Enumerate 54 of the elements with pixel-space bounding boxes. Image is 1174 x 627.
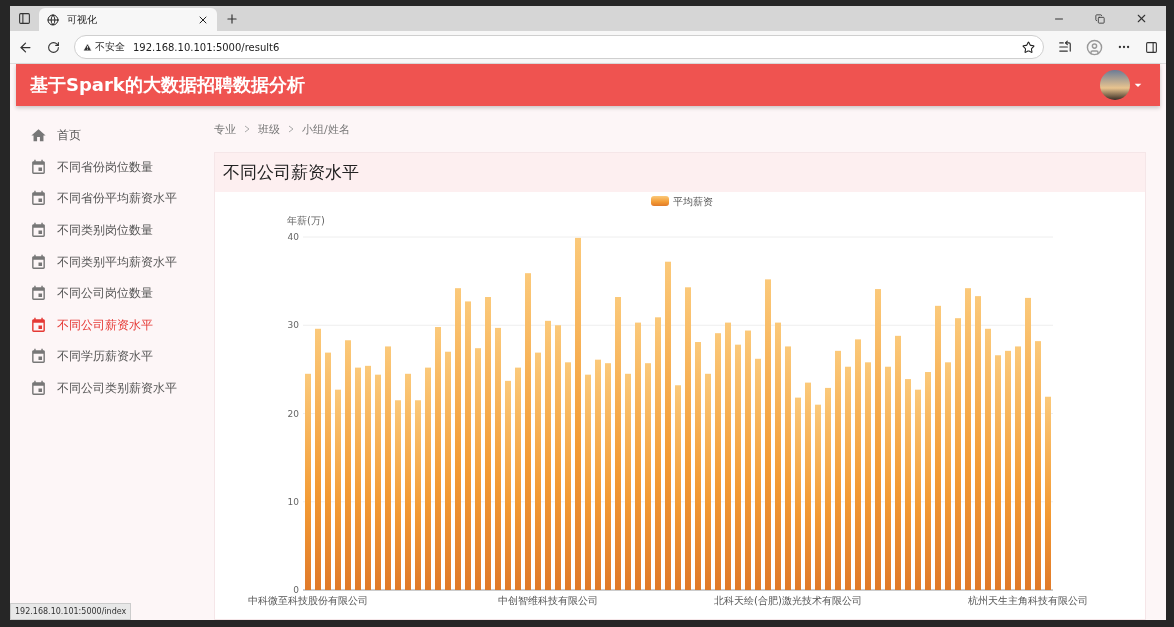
x-tick-label: 中科微至科技股份有限公司 (248, 595, 368, 606)
y-axis-title: 年薪(万) (287, 215, 325, 226)
security-badge[interactable]: 不安全 (83, 40, 125, 54)
y-tick-label: 30 (287, 320, 299, 331)
sidebar-toggle-icon[interactable] (18, 12, 31, 25)
calendar-icon (30, 158, 47, 176)
sidebar-item[interactable]: 不同省份平均薪资水平 (16, 183, 214, 215)
legend-swatch-icon (651, 196, 669, 206)
card-title: 不同公司薪资水平 (223, 161, 359, 184)
breadcrumb-link[interactable]: 专业 (214, 121, 236, 137)
chevron-icon (244, 125, 250, 133)
y-tick-label: 20 (287, 408, 299, 419)
breadcrumb-link[interactable]: 班级 (258, 121, 280, 137)
url-text: 192.168.10.101:5000/result6 (133, 41, 280, 53)
y-tick-label: 0 (293, 585, 299, 595)
sidebar-item[interactable]: 不同省份岗位数量 (16, 151, 214, 184)
calendar-icon (30, 380, 47, 398)
sidebar-item[interactable]: 不同类别平均薪资水平 (16, 246, 214, 278)
sidebar-item[interactable]: 不同公司岗位数量 (16, 277, 214, 310)
browser-tab[interactable]: 可视化 (39, 8, 217, 31)
new-tab-icon[interactable] (225, 11, 239, 26)
sidebar-item[interactable]: 不同学历薪资水平 (16, 341, 214, 373)
status-url: 192.168.10.101:5000/index (10, 603, 132, 620)
calendar-icon (30, 316, 47, 334)
x-tick-label: 中创智维科技有限公司 (498, 595, 598, 606)
legend-label: 平均薪资 (673, 196, 713, 207)
favorites-icon[interactable] (1058, 40, 1072, 54)
x-tick-label: 杭州天生主角科技有限公司 (968, 595, 1088, 606)
profile-icon[interactable] (1086, 38, 1103, 56)
calendar-icon (30, 253, 47, 271)
close-icon[interactable] (1135, 12, 1148, 25)
avatar[interactable] (1100, 70, 1130, 100)
calendar-icon (30, 222, 47, 240)
calendar-icon (30, 285, 47, 303)
sidebar-item[interactable]: 不同公司薪资水平 (16, 309, 214, 342)
chevron-icon (288, 125, 294, 133)
tab-title: 可视化 (67, 12, 97, 27)
app-title: 基于Spark的大数据招聘数据分析 (30, 73, 305, 97)
globe-icon (47, 13, 59, 26)
reload-icon[interactable] (47, 40, 60, 54)
back-icon[interactable] (18, 39, 33, 55)
restore-icon[interactable] (1095, 13, 1105, 24)
breadcrumb-link[interactable]: 小组/姓名 (302, 121, 350, 137)
sidebar-item[interactable]: 不同公司类别薪资水平 (16, 372, 214, 405)
calendar-icon (30, 190, 47, 208)
sidebar-item[interactable]: 不同类别岗位数量 (16, 214, 214, 247)
address-bar[interactable]: 不安全 192.168.10.101:5000/result6 (74, 35, 1044, 59)
x-tick-label: 北科天绘(合肥)激光技术有限公司 (714, 595, 862, 606)
sidebar-icon[interactable] (1145, 40, 1158, 54)
y-tick-label: 10 (287, 496, 299, 507)
calendar-icon (30, 348, 47, 366)
y-tick-label: 40 (287, 232, 299, 242)
sidebar-item[interactable]: 首页 (16, 120, 214, 152)
star-icon[interactable] (1022, 40, 1035, 54)
